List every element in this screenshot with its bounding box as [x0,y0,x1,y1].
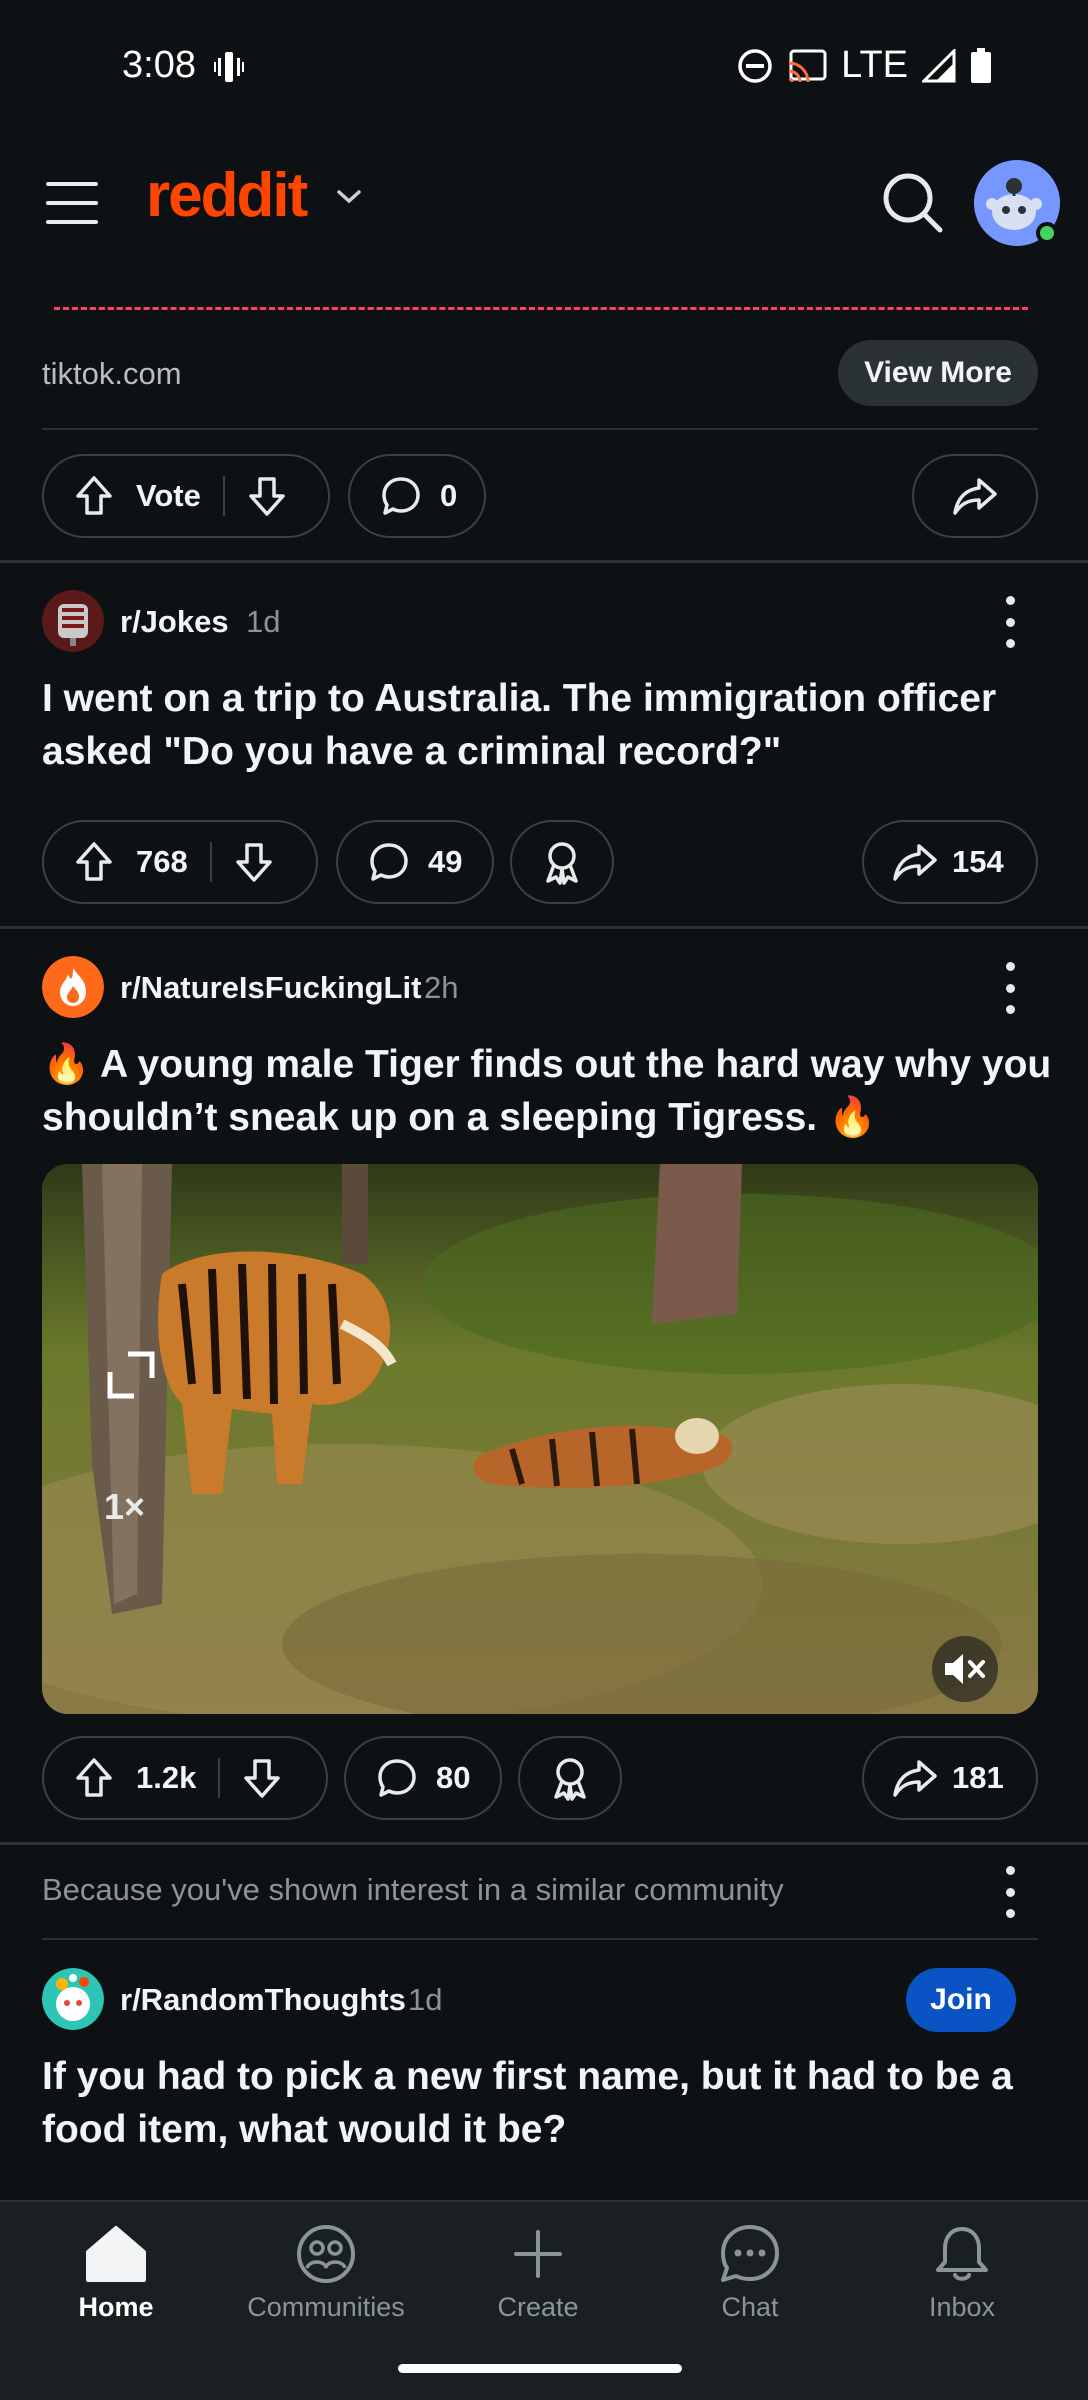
vibrate-icon [214,52,244,82]
downvote-icon[interactable] [242,1757,282,1799]
nav-communities[interactable]: Communities [226,2224,426,2323]
post-age: 2h [424,970,459,1005]
vote-pill: Vote [42,454,330,538]
status-icons: LTE [737,44,992,87]
comment-count: 80 [436,1760,471,1795]
app-header: reddit [0,130,1088,278]
award-icon [554,1758,586,1801]
share-icon [893,844,937,881]
subreddit-name[interactable]: r/RandomThoughts [120,1982,406,2018]
comments-button[interactable]: 80 [344,1736,502,1820]
dnd-icon [738,48,772,83]
award-icon [546,842,578,885]
vote-pill: 1.2k [42,1736,328,1820]
comment-icon [378,1759,416,1797]
chevron-down-icon[interactable] [336,188,362,206]
nav-chat[interactable]: Chat [650,2224,850,2323]
chat-icon [721,2225,779,2282]
nav-label: Create [497,2292,579,2322]
mute-button[interactable] [932,1636,998,1702]
nav-label: Home [78,2292,154,2322]
comment-icon [370,843,408,881]
award-button[interactable] [518,1736,622,1820]
feed-divider [0,560,1088,563]
communities-icon [297,2225,355,2283]
downvote-icon[interactable] [234,841,274,883]
cast-icon [788,49,827,82]
feed-divider [0,926,1088,929]
nav-home[interactable]: Home [16,2224,216,2323]
share-icon [893,1760,937,1797]
more-options-icon[interactable] [1004,1866,1016,1918]
status-bar: 3:08 LTE [0,0,1088,130]
search-icon[interactable] [880,170,946,236]
fullscreen-icon[interactable] [106,1350,156,1400]
playback-speed[interactable]: 1× [104,1486,145,1528]
feed-divider [0,1842,1088,1845]
share-icon [953,478,997,515]
subreddit-icon[interactable] [42,1968,104,2030]
bell-icon [936,2227,988,2281]
upvote-icon[interactable] [74,1757,114,1799]
comments-button[interactable]: 49 [336,820,494,904]
online-status-dot [1036,222,1058,244]
divider [42,1938,1038,1940]
post-age: 1d [408,1982,443,2017]
plus-icon [514,2230,562,2278]
volume-off-icon [945,1654,985,1684]
promo-media-border [54,274,1028,310]
divider [42,428,1038,430]
vote-count: 768 [136,844,188,879]
post-age: 1d [246,604,281,639]
reddit-logo[interactable]: reddit [146,160,308,231]
subreddit-icon[interactable] [42,590,104,652]
vote-pill: 768 [42,820,318,904]
comment-icon [382,477,420,515]
subreddit-icon[interactable] [42,956,104,1018]
comment-count: 49 [428,844,463,879]
video-frame [42,1164,1038,1714]
more-options-icon[interactable] [1004,962,1016,1014]
subreddit-name[interactable]: r/NatureIsFuckingLit [120,970,421,1006]
subreddit-name[interactable]: r/Jokes [120,604,229,640]
share-button[interactable]: 154 [862,820,1038,904]
downvote-icon[interactable] [247,475,287,517]
view-more-button[interactable]: View More [838,340,1038,406]
share-count: 181 [952,1760,1004,1795]
share-button[interactable]: 181 [862,1736,1038,1820]
upvote-icon[interactable] [74,841,114,883]
post-title[interactable]: I went on a trip to Australia. The immig… [42,672,1052,778]
signal-icon [922,48,956,82]
post-title[interactable]: 🔥 A young male Tiger finds out the hard … [42,1038,1052,1144]
link-domain[interactable]: tiktok.com [42,356,182,392]
vote-count: 1.2k [136,1760,197,1795]
post-title[interactable]: If you had to pick a new first name, but… [42,2050,1052,2156]
award-button[interactable] [510,820,614,904]
status-time: 3:08 [122,44,196,86]
battery-icon [971,47,991,83]
join-button[interactable]: Join [906,1968,1016,2032]
comment-count: 0 [440,478,458,513]
vote-label: Vote [136,478,201,513]
post-video[interactable]: 1× [42,1164,1038,1714]
comments-button[interactable]: 0 [348,454,486,538]
home-icon [86,2226,146,2282]
more-options-icon[interactable] [1004,596,1016,648]
share-count: 154 [952,844,1004,879]
upvote-icon[interactable] [74,475,114,517]
menu-icon[interactable] [46,182,98,224]
nav-label: Communities [247,2292,405,2322]
nav-label: Chat [721,2292,779,2322]
nav-create[interactable]: Create [438,2224,638,2323]
share-button[interactable] [912,454,1038,538]
recommendation-reason: Because you've shown interest in a simil… [42,1872,784,1907]
network-label: LTE [841,44,908,86]
home-indicator[interactable] [398,2364,682,2373]
nav-label: Inbox [928,2292,996,2322]
nav-inbox[interactable]: Inbox [862,2224,1062,2323]
